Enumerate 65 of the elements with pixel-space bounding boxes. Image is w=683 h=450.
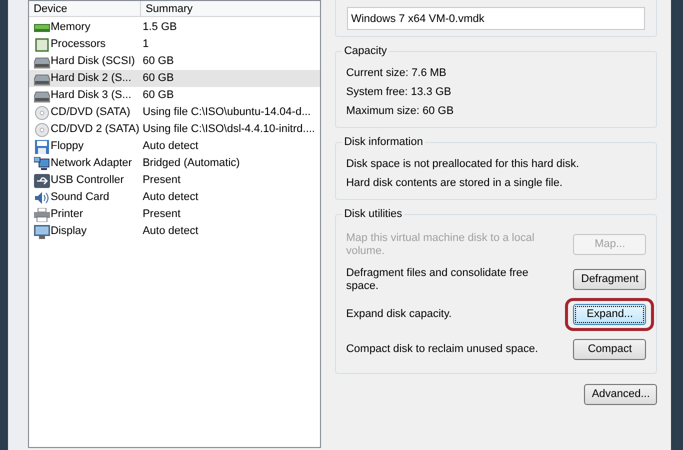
device-summary: 60 GB [142, 71, 174, 86]
monitor-icon [34, 224, 50, 238]
device-row[interactable]: Hard Disk 3 (S... 60 GB [28, 87, 320, 104]
utility-button[interactable]: Defragment [573, 269, 646, 290]
column-header[interactable]: Summary [140, 1, 320, 16]
device-name: Network Adapter [50, 156, 133, 172]
device-row[interactable]: USB Controller Present [28, 172, 320, 189]
device-row[interactable]: CD/DVD 2 (SATA) Using file C:\ISO\dsl-4.4.10-initrd.... [28, 121, 320, 138]
capacity-text: Current size: 7.6 MB [346, 66, 448, 81]
device-name: USB Controller [50, 173, 125, 188]
info-text: Disk space is not preallocated for this hard disk. [346, 157, 580, 172]
disc-icon [34, 106, 50, 120]
device-name: Processors [50, 37, 107, 52]
disk-file-field[interactable]: Windows 7 x64 VM-0.vmdk [347, 7, 646, 30]
device-name: Hard Disk 2 (S... [50, 71, 132, 86]
capacity-text: System free: 13.3 GB [346, 85, 452, 100]
device-name: Floppy [50, 139, 85, 154]
device-row[interactable]: CD/DVD (SATA) Using file C:\ISO\ubuntu-14.04-d... [28, 104, 320, 121]
device-summary: 60 GB [142, 88, 174, 104]
device-summary: 1.5 GB [142, 20, 177, 36]
floppy-icon [34, 140, 50, 154]
device-name: Memory [50, 20, 92, 36]
utility-description: Defragment files and consolidate free space. [346, 266, 530, 292]
usb-icon [34, 174, 50, 188]
device-summary: 60 GB [142, 54, 174, 70]
device-name: Sound Card [50, 190, 110, 206]
device-summary: Using file C:\ISO\ubuntu-14.04-d... [142, 105, 311, 120]
device-name: CD/DVD (SATA) [50, 105, 132, 120]
group-title: Capacity [342, 44, 389, 58]
device-row[interactable]: Processors 1 [28, 36, 320, 53]
utility-description: Map this virtual machine disk to a local volume. [346, 232, 536, 258]
device-name: Hard Disk 3 (S... [50, 88, 132, 104]
device-row[interactable]: Printer Present [28, 206, 320, 223]
device-summary: Present [142, 207, 181, 222]
device-name: CD/DVD 2 (SATA) [50, 122, 140, 138]
device-summary: 1 [142, 37, 149, 52]
advanced-button[interactable]: Advanced... [584, 384, 658, 405]
capacity-text: Maximum size: 60 GB [346, 104, 455, 119]
device-name: Display [50, 224, 88, 240]
device-summary: Present [142, 173, 181, 188]
device-summary: Auto detect [142, 224, 198, 240]
device-name: Printer [50, 207, 84, 222]
device-row[interactable]: Memory 1.5 GB [28, 19, 320, 36]
device-row[interactable]: Hard Disk 2 (S... 60 GB [28, 70, 320, 87]
utility-button[interactable]: Compact [573, 339, 646, 360]
printer-icon [34, 208, 50, 222]
network-icon [34, 156, 50, 170]
device-summary: Bridged (Automatic) [142, 156, 240, 172]
utility-description: Compact disk to reclaim unused space. [346, 343, 540, 356]
column-header[interactable]: Device [28, 1, 141, 16]
device-row[interactable]: Sound Card Auto detect [28, 189, 320, 206]
utility-button[interactable]: Expand... [573, 304, 646, 325]
device-summary: Auto detect [142, 139, 198, 154]
chip-icon [34, 38, 50, 52]
utility-description: Expand disk capacity. [346, 308, 453, 321]
device-summary: Using file C:\ISO\dsl-4.4.10-initrd.... [142, 122, 315, 138]
device-row[interactable]: Floppy Auto detect [28, 138, 320, 155]
speaker-icon [34, 190, 50, 204]
device-row[interactable]: Hard Disk (SCSI) 60 GB [28, 53, 320, 70]
device-name: Hard Disk (SCSI) [50, 54, 136, 70]
device-summary: Auto detect [142, 190, 198, 206]
disc-icon [34, 122, 50, 136]
info-text: Hard disk contents are stored in a single file. [346, 176, 564, 191]
device-row[interactable]: Network Adapter Bridged (Automatic) [28, 155, 320, 172]
device-row[interactable]: Display Auto detect [28, 223, 320, 240]
